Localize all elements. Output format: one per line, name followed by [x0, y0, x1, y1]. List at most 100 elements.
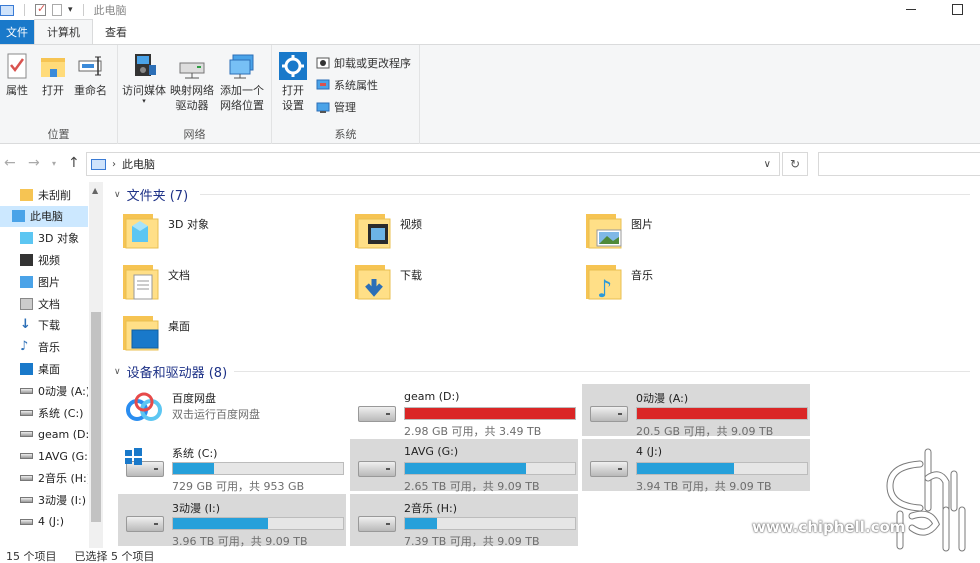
drive-usage-fill: [405, 408, 575, 419]
scrollbar-thumb[interactable]: [91, 312, 101, 522]
breadcrumb-chevron-icon[interactable]: ›: [112, 159, 116, 170]
sidebar-item[interactable]: 3D 对象: [0, 228, 88, 249]
hard-drive-icon: [354, 388, 398, 432]
drive-item[interactable]: geam (D:) 2.98 GB 可用，共 3.49 TB: [350, 384, 578, 438]
sidebar-item[interactable]: 4 (J:): [0, 511, 88, 532]
forward-arrow-icon[interactable]: →: [28, 155, 40, 171]
access-media-button[interactable]: 访问媒体 ▾: [122, 51, 166, 105]
group-label-location: 位置: [47, 128, 70, 141]
sidebar-item[interactable]: 1AVG (G:): [0, 446, 88, 467]
drive-usage-bar: [404, 517, 576, 530]
search-input[interactable]: [818, 152, 980, 176]
drive-item[interactable]: 1AVG (G:) 2.65 TB 可用，共 9.09 TB: [350, 439, 578, 493]
folder-item[interactable]: 下载: [354, 261, 422, 301]
sidebar-item-label: geam (D:: [38, 427, 88, 441]
sidebar-item[interactable]: 文档: [0, 293, 88, 314]
system-properties-button[interactable]: 系统属性: [316, 76, 378, 94]
maximize-button[interactable]: [934, 0, 980, 18]
drive-name: 1AVG (G:): [404, 445, 459, 458]
folder-item[interactable]: 视频: [354, 210, 422, 250]
open-settings-button[interactable]: 打开 设置: [278, 51, 308, 113]
pc-icon[interactable]: [0, 4, 14, 16]
drives-section-header[interactable]: ∨ 设备和驱动器 (8): [114, 362, 227, 381]
folder-item[interactable]: 3D 对象: [122, 210, 209, 250]
drive-item[interactable]: 系统 (C:) 729 GB 可用，共 953 GB: [118, 439, 346, 493]
drive-icon: [20, 496, 33, 503]
minimize-button[interactable]: [888, 0, 934, 18]
sidebar-item[interactable]: 桌面: [0, 358, 88, 379]
new-folder-quick-icon[interactable]: [52, 4, 62, 16]
sidebar-scrollbar[interactable]: ▲: [89, 182, 103, 548]
breadcrumb-location[interactable]: 此电脑: [122, 156, 155, 172]
sidebar-item[interactable]: 视频: [0, 249, 88, 270]
properties-quick-icon[interactable]: [35, 2, 46, 16]
section-divider: [234, 371, 970, 372]
address-bar[interactable]: › 此电脑 ∨: [86, 152, 780, 176]
customize-dropdown-icon[interactable]: ▾: [68, 5, 73, 15]
drive-item[interactable]: 2音乐 (H:) 7.39 TB 可用，共 9.09 TB: [350, 494, 578, 548]
sidebar-item[interactable]: 此电脑: [0, 205, 88, 227]
baidu-netdisk-item[interactable]: 百度网盘 双击运行百度网盘: [118, 384, 346, 436]
address-dropdown-icon[interactable]: ∨: [764, 159, 771, 170]
sidebar-item[interactable]: 图片: [0, 271, 88, 292]
refresh-button[interactable]: ↻: [782, 152, 808, 176]
collapse-chevron-icon[interactable]: ∨: [114, 190, 121, 200]
uninstall-label: 卸载或更改程序: [334, 57, 411, 70]
map-network-drive-button[interactable]: 映射网络 驱动器: [170, 51, 214, 113]
drive-item[interactable]: 3动漫 (I:) 3.96 TB 可用，共 9.09 TB: [118, 494, 346, 548]
sidebar-item-label: 下载: [38, 319, 60, 333]
folder-item[interactable]: 文档: [122, 261, 190, 301]
sidebar-item[interactable]: 3动漫 (I:): [0, 489, 88, 510]
drive-space-info: 7.39 TB 可用，共 9.09 TB: [404, 535, 540, 548]
navigation-bar: ← → ▾ ↑ › 此电脑 ∨ ↻: [0, 144, 980, 182]
drive-icon: [20, 431, 33, 438]
tab-view[interactable]: 查看: [93, 20, 139, 44]
open-button[interactable]: 打开: [38, 51, 68, 98]
drive-usage-fill: [637, 408, 807, 419]
properties-button[interactable]: 属性: [2, 51, 32, 98]
uninstall-button[interactable]: 卸载或更改程序: [316, 54, 411, 72]
recent-locations-chevron-icon[interactable]: ▾: [52, 159, 56, 168]
open-settings-label-1: 打开: [282, 84, 304, 97]
hard-drive-icon: [586, 388, 630, 432]
sidebar-item[interactable]: 未刮削: [0, 184, 88, 205]
drive-item[interactable]: 0动漫 (A:) 20.5 GB 可用，共 9.09 TB: [582, 384, 810, 438]
back-arrow-icon[interactable]: ←: [4, 155, 16, 171]
folder-item[interactable]: ♪ 音乐: [585, 261, 653, 303]
network-drive-icon: [177, 51, 207, 81]
tab-computer[interactable]: 计算机: [34, 19, 93, 44]
folder-icon: [122, 210, 160, 250]
network-location-icon: [227, 51, 257, 81]
dropdown-arrow-icon: ▾: [142, 97, 146, 105]
scroll-up-icon[interactable]: ▲: [92, 186, 98, 195]
tab-file[interactable]: 文件: [0, 20, 34, 44]
pictures-icon: [20, 275, 33, 288]
collapse-chevron-icon[interactable]: ∨: [114, 367, 121, 377]
properties-label: 属性: [6, 84, 28, 97]
sidebar-item[interactable]: 2音乐 (H:): [0, 467, 88, 488]
sidebar-item[interactable]: ↓ 下载: [0, 315, 88, 336]
manage-button[interactable]: 管理: [316, 98, 356, 116]
drive-icon: [20, 453, 33, 460]
sidebar-item-label: 图片: [38, 275, 60, 289]
window-controls: [888, 0, 980, 18]
folder-label: 音乐: [631, 269, 653, 282]
drive-usage-bar: [172, 517, 344, 530]
rename-button[interactable]: 重命名: [74, 51, 107, 98]
folder-label: 桌面: [168, 320, 190, 333]
sidebar-item[interactable]: 系统 (C:): [0, 402, 88, 423]
up-arrow-icon[interactable]: ↑: [68, 155, 80, 171]
hard-drive-icon: [122, 498, 166, 542]
folders-section-header[interactable]: ∨ 文件夹 (7): [114, 185, 188, 204]
drive-icon: [20, 518, 33, 525]
folder-item[interactable]: 桌面: [122, 312, 190, 352]
sidebar-item[interactable]: geam (D:: [0, 424, 88, 445]
sidebar-item[interactable]: ♪ 音乐: [0, 337, 88, 358]
folder-item[interactable]: 图片: [585, 210, 653, 250]
sidebar-item[interactable]: 0动漫 (A:): [0, 380, 88, 401]
add-network-location-button[interactable]: 添加一个 网络位置: [220, 51, 264, 113]
drive-name: 0动漫 (A:): [636, 392, 689, 405]
folder-icon: [354, 261, 392, 301]
settings-gear-icon: [278, 51, 308, 81]
sidebar-item-label: 视频: [38, 253, 60, 267]
